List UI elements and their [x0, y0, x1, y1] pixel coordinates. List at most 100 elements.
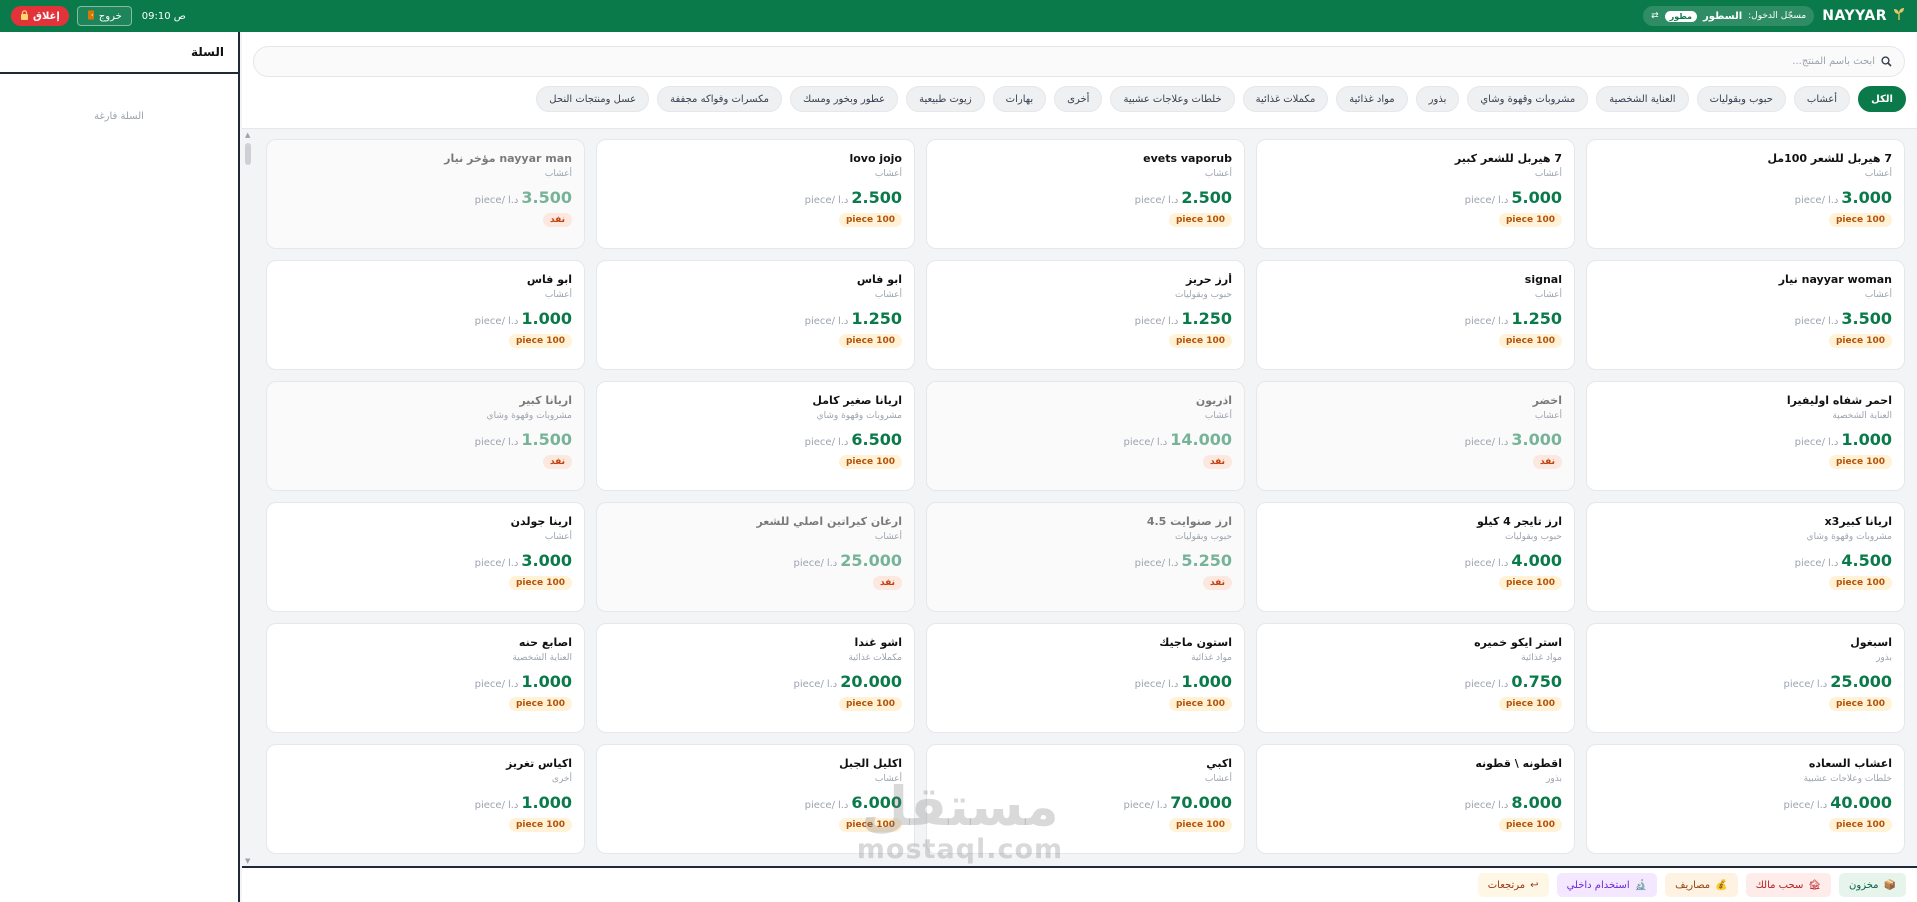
- product-card[interactable]: اقطونه \ قطونه بذور 8.000 د.ا/piece 100 piec…: [1256, 744, 1575, 854]
- stock-badge: 100 piece: [1168, 697, 1232, 711]
- category-chip[interactable]: مواد غذائية: [1336, 86, 1408, 112]
- expenses-button[interactable]: 💰 مصاريف: [1665, 873, 1738, 897]
- product-card[interactable]: اريانا كبير مشروبات وقهوة وشاي 1.500 د.ا/pi…: [266, 381, 585, 491]
- user-indicator[interactable]: مسجّل الدخول: السطور مطور ⇄: [1643, 6, 1815, 26]
- category-chip[interactable]: مشروبات وقهوة وشاي: [1467, 86, 1589, 112]
- product-price: 1.000: [521, 309, 572, 328]
- category-chip[interactable]: عطور وبخور ومسك: [789, 86, 899, 112]
- product-name: استر ايكو خميره: [1474, 636, 1562, 649]
- product-card[interactable]: ابو فاس أعشاب 1.250 د.ا/piece 100 piece: [596, 260, 915, 370]
- product-category: أعشاب: [544, 290, 572, 300]
- product-card[interactable]: استر ايكو خميره مواد غذائية 0.750 د.ا/piece…: [1256, 623, 1575, 733]
- close-shift-button[interactable]: إغلاق: [11, 6, 69, 26]
- product-card[interactable]: احمر شفاه اوليفيرا العناية الشخصية 1.000 د.…: [1586, 381, 1905, 491]
- product-price: 20.000: [840, 672, 902, 691]
- product-card[interactable]: 7 هيربل للشعر كبير أعشاب 5.000 د.ا/piece 100…: [1256, 139, 1575, 249]
- topbar-actions: إغلاق خروج 09:10 ص: [11, 6, 186, 26]
- product-card[interactable]: اكبي أعشاب 70.000 د.ا/piece 100 piece: [926, 744, 1245, 854]
- category-chip[interactable]: عسل ومنتجات النحل: [536, 86, 650, 112]
- product-card[interactable]: lovo jojo أعشاب 2.500 د.ا/piece 100 piece: [596, 139, 915, 249]
- scrollbar-thumb[interactable]: [245, 143, 251, 165]
- scrollbar[interactable]: ▲ ▼: [243, 129, 253, 867]
- product-name: ابو فاس: [856, 273, 902, 286]
- category-chip[interactable]: حبوب وبقوليات: [1696, 86, 1786, 112]
- product-category: مكملات غذائية: [848, 653, 902, 663]
- category-chip[interactable]: الكل: [1858, 86, 1906, 112]
- category-chip[interactable]: مكملات غذائية: [1242, 86, 1329, 112]
- currency-label: د.ا: [1167, 316, 1179, 327]
- product-card[interactable]: ارغان كيراتين اصلي للشعر أعشاب 25.000 د.ا/p…: [596, 502, 915, 612]
- category-chip[interactable]: خلطات وعلاجات عشبية: [1110, 86, 1235, 112]
- product-card[interactable]: اسبغول بذور 25.000 د.ا/piece 100 piece: [1586, 623, 1905, 733]
- scroll-up-arrow[interactable]: ▲: [245, 131, 250, 139]
- product-card[interactable]: ابو فاس أعشاب 1.000 د.ا/piece 100 piece: [266, 260, 585, 370]
- switch-user-icon[interactable]: ⇄: [1651, 11, 1659, 21]
- category-chip[interactable]: بهارات: [992, 86, 1047, 112]
- product-card[interactable]: signal أعشاب 1.250 د.ا/piece 100 piece: [1256, 260, 1575, 370]
- currency-label: د.ا: [507, 437, 519, 448]
- product-card[interactable]: nayyar man مؤخر نيار أعشاب 3.500 د.ا/piece ن…: [266, 139, 585, 249]
- currency-label: د.ا: [507, 800, 519, 811]
- product-price: 70.000: [1170, 793, 1232, 812]
- category-chip[interactable]: العناية الشخصية: [1596, 86, 1689, 112]
- product-card[interactable]: ارز تايجر 4 كيلو حبوب وبقوليات 4.000 د.ا/pi…: [1256, 502, 1575, 612]
- product-card[interactable]: اشو غندا مكملات غذائية 20.000 د.ا/piece 100 …: [596, 623, 915, 733]
- currency-label: د.ا: [1167, 195, 1179, 206]
- product-category: مشروبات وقهوة وشاي: [486, 411, 572, 421]
- owner-withdraw-button[interactable]: 🏚 سحب مالك: [1745, 873, 1832, 897]
- internal-use-button[interactable]: 🔬 استخدام داخلي: [1556, 873, 1658, 897]
- product-card[interactable]: اعشاب السعاده خلطات وعلاجات عشبية 40.000 د.…: [1586, 744, 1905, 854]
- scroll-down-arrow[interactable]: ▼: [245, 857, 250, 865]
- category-chip[interactable]: زيوت طبيعية: [906, 86, 985, 112]
- price-row: 1.000 د.ا/piece: [279, 309, 572, 328]
- inventory-button[interactable]: 📦 مخزون: [1839, 873, 1906, 897]
- product-card[interactable]: اكياس تغريز أخرى 1.000 د.ا/piece 100 piece: [266, 744, 585, 854]
- price-row: 3.000 د.ا/piece: [1599, 188, 1892, 207]
- leaf-icon: [1892, 7, 1906, 25]
- product-card[interactable]: 7 هيربل للشعر 100مل أعشاب 3.000 د.ا/piece 10…: [1586, 139, 1905, 249]
- category-chip[interactable]: بذور: [1415, 86, 1460, 112]
- product-name: احمر شفاه اوليفيرا: [1786, 394, 1892, 407]
- house-icon: 🏚: [1808, 879, 1822, 891]
- price-row: 1.500 د.ا/piece: [279, 430, 572, 449]
- category-chip[interactable]: أخرى: [1054, 86, 1103, 112]
- unit-label: /piece: [474, 195, 505, 206]
- product-category: أعشاب: [874, 774, 902, 784]
- price-row: 1.250 د.ا/piece: [939, 309, 1232, 328]
- unit-label: /piece: [1123, 800, 1154, 811]
- product-category: أعشاب: [1864, 290, 1892, 300]
- product-category: حبوب وبقوليات: [1505, 532, 1562, 542]
- product-card[interactable]: اريانا كبيرx3 مشروبات وقهوة وشاي 4.500 د.ا /…: [1586, 502, 1905, 612]
- category-chip[interactable]: أعشاب: [1793, 86, 1851, 112]
- product-category: أخرى: [551, 774, 572, 784]
- price-row: 4.500 د.ا/piece: [1599, 551, 1892, 570]
- returns-button[interactable]: ↩ مرتجعات: [1477, 873, 1549, 897]
- product-card[interactable]: اكليل الجبل أعشاب 6.000 د.ا/piece 100 piece: [596, 744, 915, 854]
- price-row: 5.000 د.ا/piece: [1269, 188, 1562, 207]
- product-card[interactable]: ارز صنوايت 4.5 حبوب وبقوليات 5.250 د.ا/piec…: [926, 502, 1245, 612]
- logout-label: خروج: [98, 10, 122, 22]
- category-chip[interactable]: مكسرات وفواكه مجففة: [657, 86, 782, 112]
- product-card[interactable]: evets vaporub أعشاب 2.500 د.ا/piece 100 piec…: [926, 139, 1245, 249]
- search-bar[interactable]: [253, 46, 1905, 77]
- unit-label: /piece: [1464, 800, 1495, 811]
- unit-label: /piece: [474, 679, 505, 690]
- product-price: 8.000: [1511, 793, 1562, 812]
- product-card[interactable]: استون ماجيك مواد غذائية 1.000 د.ا/piece 100 …: [926, 623, 1245, 733]
- logout-button[interactable]: خروج: [76, 6, 132, 26]
- product-card[interactable]: اريانا صغير كامل مشروبات وقهوة وشاي 6.500 د…: [596, 381, 915, 491]
- product-card[interactable]: اصابع حنه العناية الشخصية 1.000 د.ا/piece 10…: [266, 623, 585, 733]
- product-card[interactable]: ارينا جولدن أعشاب 3.000 د.ا/piece 100 piece: [266, 502, 585, 612]
- product-category: حبوب وبقوليات: [1175, 290, 1232, 300]
- stock-badge: 100 piece: [1168, 334, 1232, 348]
- price-row: 3.000 د.ا/piece: [279, 551, 572, 570]
- product-card[interactable]: اذريون أعشاب 14.000 د.ا/piece نفد: [926, 381, 1245, 491]
- product-card[interactable]: nayyar woman نيار أعشاب 3.500 د.ا/piece 100 …: [1586, 260, 1905, 370]
- product-category: مواد غذائية: [1521, 653, 1562, 663]
- product-name: ارينا جولدن: [510, 515, 572, 528]
- search-input[interactable]: [266, 56, 1875, 67]
- pos-app: إغلاق خروج 09:10 ص مسجّل الدخول: السطور …: [0, 0, 1917, 902]
- product-card[interactable]: أرز حريز حبوب وبقوليات 1.250 د.ا/piece 100 p…: [926, 260, 1245, 370]
- product-price: 14.000: [1170, 430, 1232, 449]
- product-card[interactable]: اخضر أعشاب 3.000 د.ا/piece نفد: [1256, 381, 1575, 491]
